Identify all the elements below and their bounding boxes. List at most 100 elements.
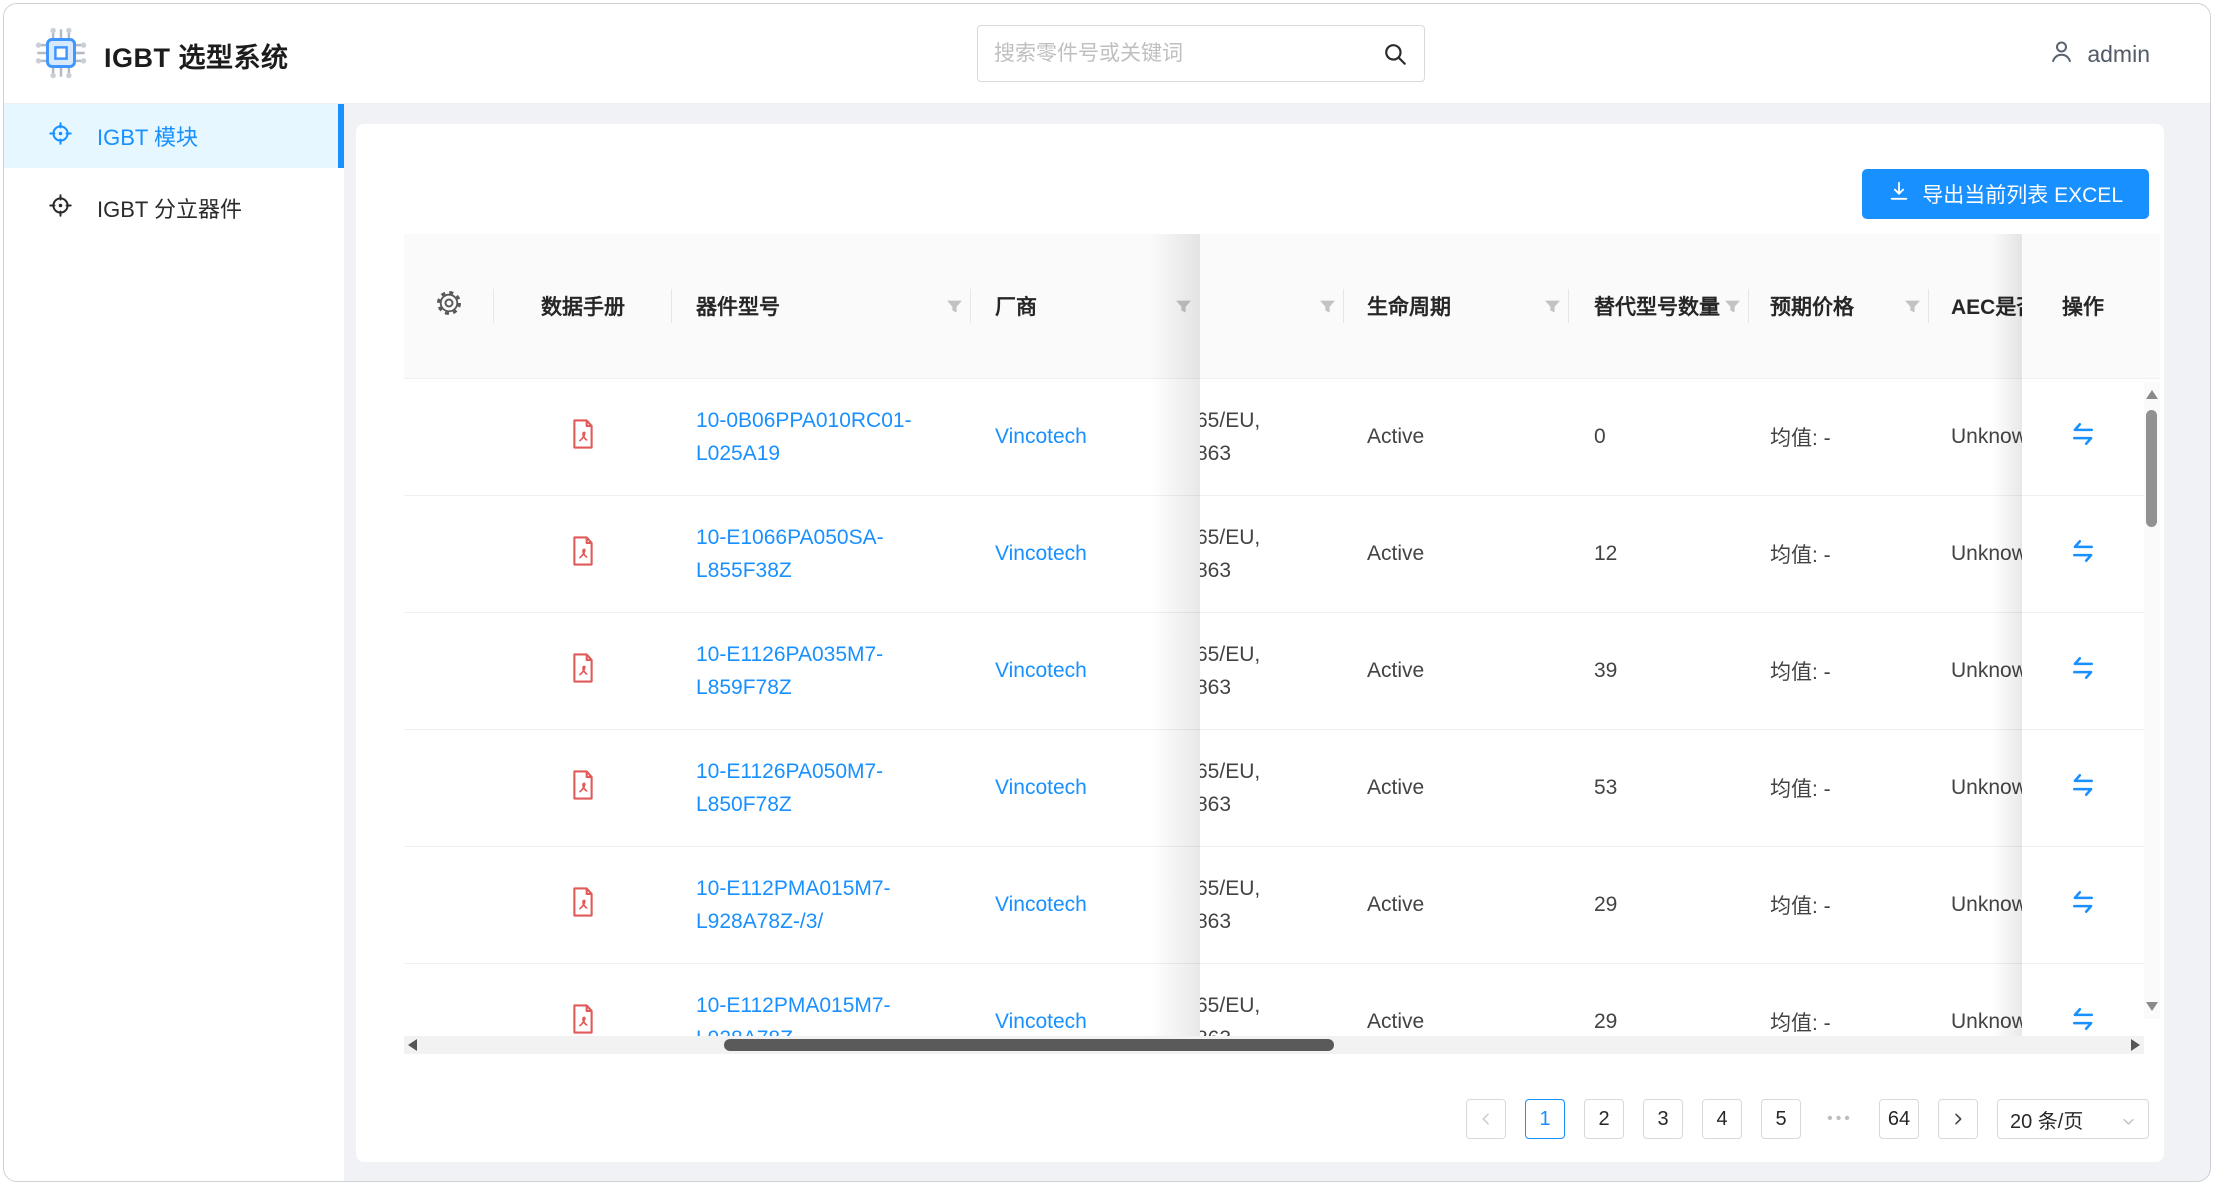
- filter-icon[interactable]: [1904, 298, 1921, 315]
- pdf-icon[interactable]: [568, 769, 598, 807]
- aec-value-clipped: Unknown: [1951, 893, 2022, 917]
- sidebar-item-igbt-module[interactable]: IGBT 模块: [4, 104, 344, 168]
- pagination: 1 2 3 4 5 ••• 64 20 条/页: [1466, 1099, 2149, 1139]
- filter-icon[interactable]: [1319, 298, 1336, 315]
- parts-table: 数据手册 器件型号 厂商: [404, 234, 2160, 1036]
- scroll-down-arrow-icon[interactable]: [2146, 1002, 2158, 1011]
- swap-compare-icon[interactable]: [2068, 770, 2098, 806]
- app-window: IGBT 选型系统 admin: [3, 3, 2211, 1182]
- part-number-link[interactable]: 10-0B06PPA010RC01-L025A19: [696, 404, 954, 470]
- lifecycle-value: Active: [1367, 776, 1424, 800]
- part-number-link[interactable]: 10-E1126PA035M7-L859F78Z: [696, 638, 954, 704]
- search-box: [977, 25, 1425, 82]
- app-title: IGBT 选型系统: [104, 36, 289, 75]
- part-number-link[interactable]: 10-E112PMA015M7-L928A78Z: [696, 989, 954, 1036]
- export-label: 导出当前列表 EXCEL: [1922, 179, 2123, 209]
- swap-compare-icon[interactable]: [2068, 887, 2098, 923]
- page-size-select[interactable]: 20 条/页: [1997, 1099, 2149, 1139]
- lifecycle-value: Active: [1367, 893, 1424, 917]
- part-number-link[interactable]: 10-E112PMA015M7-L928A78Z-/3/: [696, 872, 954, 938]
- sidebar: IGBT 模块 IGBT 分立器件: [4, 104, 344, 1181]
- pdf-icon[interactable]: [568, 886, 598, 924]
- price-value: 均值: -: [1770, 656, 1831, 686]
- pdf-icon[interactable]: [568, 418, 598, 456]
- horizontal-scrollbar-thumb[interactable]: [724, 1039, 1334, 1051]
- filter-icon[interactable]: [1175, 298, 1192, 315]
- manufacturer-link[interactable]: Vincotech: [995, 425, 1087, 449]
- table-row: 10-E112PMA015M7-L928A78Z Vincotech 65/EU…: [404, 964, 2144, 1036]
- pagination-page-64[interactable]: 64: [1879, 1099, 1919, 1139]
- filter-icon[interactable]: [1724, 298, 1741, 315]
- content-card: 导出当前列表 EXCEL 数据手册: [356, 124, 2164, 1162]
- manufacturer-link[interactable]: Vincotech: [995, 542, 1087, 566]
- alt-count-value: 12: [1594, 542, 1617, 566]
- scroll-left-arrow-icon[interactable]: [408, 1039, 417, 1051]
- price-value: 均值: -: [1770, 1007, 1831, 1036]
- swap-compare-icon[interactable]: [2068, 1004, 2098, 1036]
- column-header-datasheet: 数据手册: [494, 234, 672, 378]
- aec-value-clipped: Unknown: [1951, 425, 2022, 449]
- app-header: IGBT 选型系统 admin: [4, 4, 2210, 104]
- rohs-value-clipped: 65/EU,863: [1200, 638, 1260, 704]
- part-number-link[interactable]: 10-E1126PA050M7-L850F78Z: [696, 755, 954, 821]
- aec-value-clipped: Unknown: [1951, 776, 2022, 800]
- search-icon[interactable]: [1382, 41, 1408, 67]
- alt-count-value: 29: [1594, 893, 1617, 917]
- export-excel-button[interactable]: 导出当前列表 EXCEL: [1862, 169, 2149, 219]
- aec-value-clipped: Unknown: [1951, 659, 2022, 683]
- table-row: 10-E1126PA050M7-L850F78Z Vincotech 65/EU…: [404, 730, 2144, 847]
- user-icon: [2048, 38, 2075, 70]
- column-header-actions: 操作: [2022, 234, 2144, 378]
- aec-value-clipped: Unknown: [1951, 1010, 2022, 1034]
- pagination-page-3[interactable]: 3: [1643, 1099, 1683, 1139]
- part-number-link[interactable]: 10-E1066PA050SA-L855F38Z: [696, 521, 954, 587]
- pagination-ellipsis[interactable]: •••: [1820, 1099, 1860, 1139]
- vertical-scrollbar[interactable]: [2144, 382, 2160, 1019]
- horizontal-scrollbar[interactable]: [404, 1036, 2144, 1054]
- column-header-settings: [404, 234, 494, 378]
- lifecycle-value: Active: [1367, 659, 1424, 683]
- table-body: 10-0B06PPA010RC01-L025A19 Vincotech 65/E…: [404, 379, 2144, 1036]
- pdf-icon[interactable]: [568, 535, 598, 573]
- pdf-icon[interactable]: [568, 1003, 598, 1036]
- swap-compare-icon[interactable]: [2068, 419, 2098, 455]
- alt-count-value: 29: [1594, 1010, 1617, 1034]
- manufacturer-link[interactable]: Vincotech: [995, 659, 1087, 683]
- page-size-value: 20 条/页: [2010, 1105, 2083, 1134]
- column-header-rohs-clipped: [1200, 234, 1344, 378]
- rohs-value-clipped: 65/EU,863: [1200, 755, 1260, 821]
- aec-value-clipped: Unknown: [1951, 542, 2022, 566]
- lifecycle-value: Active: [1367, 542, 1424, 566]
- pagination-page-5[interactable]: 5: [1761, 1099, 1801, 1139]
- manufacturer-link[interactable]: Vincotech: [995, 893, 1087, 917]
- scroll-right-arrow-icon[interactable]: [2131, 1039, 2140, 1051]
- swap-compare-icon[interactable]: [2068, 653, 2098, 689]
- table-row: 10-E1126PA035M7-L859F78Z Vincotech 65/EU…: [404, 613, 2144, 730]
- column-header-manufacturer: 厂商: [971, 234, 1200, 378]
- manufacturer-link[interactable]: Vincotech: [995, 776, 1087, 800]
- sidebar-item-igbt-discrete[interactable]: IGBT 分立器件: [4, 176, 344, 240]
- user-menu[interactable]: admin: [2048, 4, 2150, 104]
- pagination-page-4[interactable]: 4: [1702, 1099, 1742, 1139]
- alt-count-value: 0: [1594, 425, 1606, 449]
- swap-compare-icon[interactable]: [2068, 536, 2098, 572]
- pdf-icon[interactable]: [568, 652, 598, 690]
- filter-icon[interactable]: [946, 298, 963, 315]
- table-header-row: 数据手册 器件型号 厂商: [404, 234, 2160, 379]
- pagination-next-button[interactable]: [1938, 1099, 1978, 1139]
- scroll-up-arrow-icon[interactable]: [2146, 390, 2158, 399]
- column-header-aec: AEC是否认证: [1929, 234, 2022, 378]
- manufacturer-link[interactable]: Vincotech: [995, 1010, 1087, 1034]
- username-label: admin: [2087, 41, 2150, 68]
- pagination-prev-button[interactable]: [1466, 1099, 1506, 1139]
- pagination-page-2[interactable]: 2: [1584, 1099, 1624, 1139]
- search-input[interactable]: [978, 42, 1382, 66]
- pagination-page-1[interactable]: 1: [1525, 1099, 1565, 1139]
- sidebar-item-label: IGBT 分立器件: [97, 192, 242, 224]
- sidebar-item-label: IGBT 模块: [97, 120, 198, 152]
- vertical-scrollbar-thumb[interactable]: [2146, 410, 2157, 527]
- chip-logo-icon: [34, 26, 88, 85]
- gear-icon[interactable]: [435, 289, 463, 323]
- filter-icon[interactable]: [1544, 298, 1561, 315]
- rohs-value-clipped: 65/EU,863: [1200, 521, 1260, 587]
